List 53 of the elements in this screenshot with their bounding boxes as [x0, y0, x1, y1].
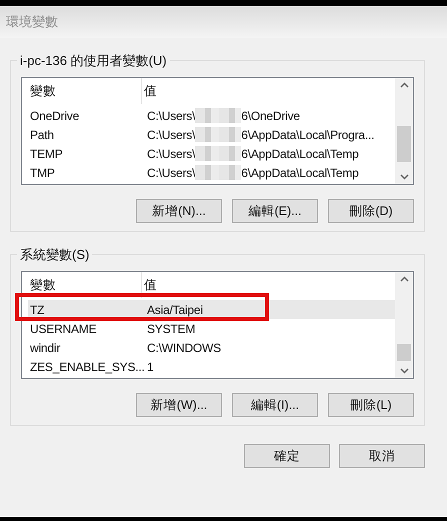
list-action-button[interactable]: 刪除(L) — [328, 393, 414, 417]
scroll-down-icon[interactable] — [400, 174, 408, 180]
scrollbar[interactable] — [395, 78, 413, 184]
variable-name: Path — [30, 128, 54, 142]
variable-value: 1 — [147, 360, 154, 374]
list-action-button[interactable]: 編輯(E)... — [232, 199, 318, 223]
variable-value: 6\AppData\Local\Temp — [241, 166, 359, 180]
variable-value: Asia/Taipei — [147, 302, 203, 316]
group-label: i-pc-136 的使用者變數(U) — [17, 52, 170, 69]
variable-row[interactable]: windir C:\WINDOWS — [28, 338, 395, 357]
variable-value: 6\AppData\Local\Progra... — [241, 128, 374, 142]
variable-row[interactable]: TMP C:\Users\ 6\AppData\Local\Temp — [28, 163, 395, 182]
dialog-button[interactable]: 取消 — [339, 444, 425, 468]
column-header[interactable]: 值 — [142, 272, 382, 298]
column-header[interactable]: 值 — [142, 78, 382, 104]
list-action-button[interactable]: 刪除(D) — [328, 199, 414, 223]
variable-row[interactable]: USERNAME SYSTEM — [28, 319, 395, 338]
variable-value: C:\Users\ — [147, 108, 196, 122]
variable-value: 6\OneDrive — [241, 108, 300, 122]
column-header[interactable]: 變數 — [28, 78, 142, 104]
list-action-button[interactable]: 新增(W)... — [136, 393, 222, 417]
variable-value: SYSTEM — [147, 322, 196, 336]
scrollbar-thumb[interactable] — [397, 344, 411, 361]
group-label: 系統變數(S) — [17, 246, 92, 263]
window-title: 環境變數 — [6, 13, 58, 31]
column-header[interactable]: 變數 — [28, 272, 142, 298]
variable-row[interactable]: ZES_ENABLE_SYS... 1 — [28, 357, 395, 376]
variable-name: windir — [30, 340, 60, 354]
scroll-down-icon[interactable] — [400, 368, 408, 374]
variable-row[interactable]: OneDrive C:\Users\ 6\OneDrive — [28, 106, 395, 125]
variable-name: USERNAME — [30, 322, 96, 336]
variable-value: C:\Users\ — [147, 128, 196, 142]
variable-value: C:\Users\ — [147, 166, 196, 180]
scroll-up-icon[interactable] — [400, 276, 408, 282]
variable-value: 6\AppData\Local\Temp — [241, 146, 359, 160]
variable-name: ZES_ENABLE_SYS... — [30, 360, 145, 374]
variable-row[interactable]: Path C:\Users\ 6\AppData\Local\Progra... — [28, 125, 395, 144]
variable-value: C:\Users\ — [147, 146, 196, 160]
variable-list[interactable]: 變數 值 TZ Asia/Taipei USERNAME SYSTEM windir C:\WINDOWS ZES_ENABLE_SYS... 1 — [21, 271, 414, 379]
scroll-up-icon[interactable] — [400, 82, 408, 88]
variable-row[interactable]: TZ Asia/Taipei — [28, 300, 395, 319]
variable-name: TZ — [30, 302, 44, 316]
variable-value: C:\WINDOWS — [147, 340, 221, 354]
variable-row[interactable]: TEMP C:\Users\ 6\AppData\Local\Temp — [28, 144, 395, 163]
list-action-button[interactable]: 新增(N)... — [136, 199, 222, 223]
variable-name: TEMP — [30, 146, 63, 160]
scrollbar[interactable] — [395, 272, 413, 378]
variable-name: TMP — [30, 166, 55, 180]
variable-name: OneDrive — [30, 108, 80, 122]
list-action-button[interactable]: 編輯(I)... — [232, 393, 318, 417]
dialog-button[interactable]: 確定 — [244, 444, 330, 468]
variable-list[interactable]: 變數 值 OneDrive C:\Users\ 6\OneDrive Path C:\Users\ 6\AppData\Local\Progra... TEMP C:\Users\ 6\AppData\Local\Temp TMP C:\Users\ 6\AppData\Local\Temp — [21, 77, 414, 185]
scrollbar-thumb[interactable] — [397, 126, 411, 162]
